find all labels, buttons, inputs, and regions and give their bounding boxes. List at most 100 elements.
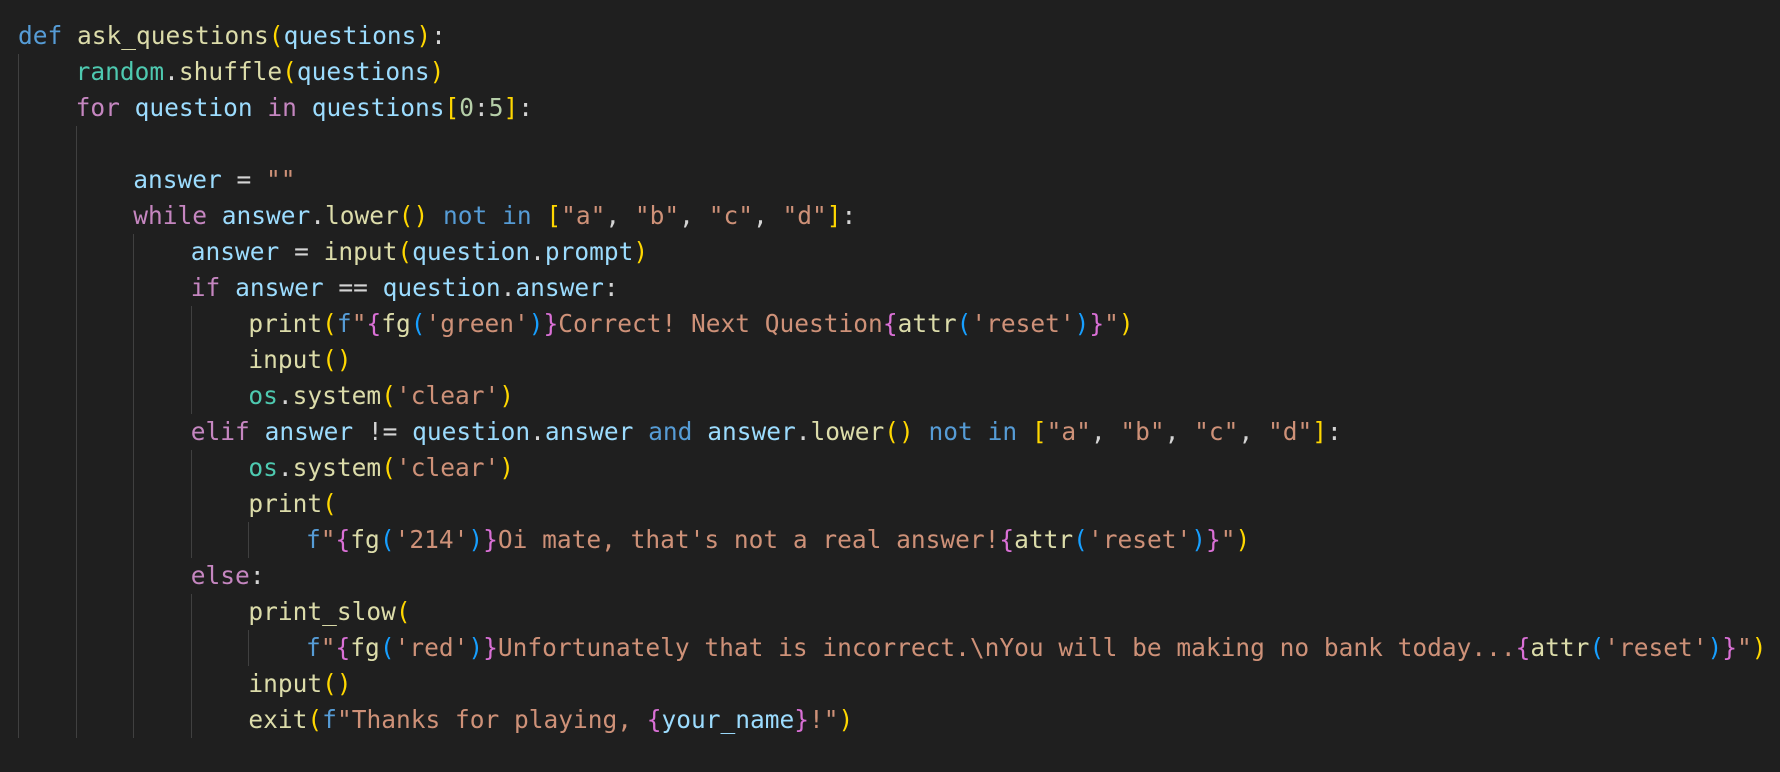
code-line[interactable]: os.system('clear') (18, 378, 1780, 414)
indent-guide (190, 666, 192, 702)
code-token: in (987, 417, 1018, 446)
code-token: { (1515, 633, 1531, 662)
indent-guide (133, 522, 135, 558)
code-token: "c" (708, 201, 753, 230)
code-token: " (1104, 309, 1119, 338)
code-line[interactable]: else: (18, 558, 1780, 594)
code-token: question (412, 237, 531, 266)
code-token: "b" (1120, 417, 1165, 446)
code-token: ) (499, 453, 514, 482)
code-token: fg (381, 309, 411, 338)
code-token: f (306, 525, 321, 554)
code-token: = (221, 165, 266, 194)
code-token: "" (265, 165, 296, 194)
code-line[interactable]: f"{fg('214')}Oi mate, that's not a real … (18, 522, 1780, 558)
code-token: and (648, 417, 693, 446)
code-token: not (928, 417, 973, 446)
code-token: os (248, 453, 278, 482)
code-line[interactable]: for question in questions[0:5]: (18, 90, 1780, 126)
code-token: ( (397, 237, 413, 266)
indent-guide (18, 234, 19, 270)
code-token: 'red' (394, 633, 469, 662)
indent-guide (75, 234, 77, 270)
code-line[interactable]: answer = input(question.prompt) (18, 234, 1780, 270)
indent-guide (190, 450, 192, 486)
code-token: = (279, 237, 324, 266)
code-token: : (249, 561, 265, 590)
code-token: "a" (1046, 417, 1091, 446)
code-token: . (164, 57, 179, 86)
code-text: os.system('clear') (248, 378, 514, 414)
code-token: "a" (561, 201, 606, 230)
code-token: ) (1707, 633, 1723, 662)
code-token: 'green' (425, 309, 529, 338)
indent-guide (75, 342, 77, 378)
code-token: ( (381, 381, 396, 410)
indent-guide (133, 666, 135, 702)
code-token: [ (1031, 417, 1047, 446)
code-line[interactable]: f"{fg('red')}Unfortunately that is incor… (18, 630, 1780, 666)
indent-guide (133, 270, 135, 306)
code-token: in (267, 93, 297, 122)
code-token: : (1326, 417, 1342, 446)
indent-guide (75, 522, 77, 558)
code-area[interactable]: def ask_questions(questions): random.shuf… (18, 18, 1780, 738)
code-token: '214' (394, 525, 469, 554)
code-token: " (320, 525, 336, 554)
code-line[interactable]: random.shuffle(questions) (18, 54, 1780, 90)
code-line[interactable]: print( (18, 486, 1780, 522)
code-token: answer (264, 417, 354, 446)
code-line[interactable]: while answer.lower() not in ["a", "b", "… (18, 198, 1780, 234)
indent-guide (248, 522, 250, 558)
indent-guide (190, 486, 192, 522)
code-token: attr (1530, 633, 1590, 662)
code-line[interactable]: exit(f"Thanks for playing, {your_name}!"… (18, 702, 1780, 738)
code-token: exit (248, 705, 308, 734)
code-token: fg (350, 525, 380, 554)
code-token: 'clear' (395, 453, 500, 482)
indent-guide (18, 630, 19, 666)
code-token: 5 (488, 93, 504, 122)
code-token: print (248, 489, 323, 518)
code-text: input() (248, 342, 351, 378)
code-text: exit(f"Thanks for playing, {your_name}!"… (248, 702, 853, 738)
code-line[interactable]: input() (18, 666, 1780, 702)
code-token: " (1220, 525, 1236, 554)
indent-guide (18, 414, 19, 450)
indent-guide (248, 630, 250, 666)
code-token: input (248, 345, 323, 374)
code-token: ( (282, 57, 297, 86)
code-token: ask_questions (77, 21, 269, 50)
code-line[interactable]: os.system('clear') (18, 450, 1780, 486)
code-editor[interactable]: def ask_questions(questions): random.shuf… (0, 0, 1780, 772)
indent-guide (133, 630, 135, 666)
indent-guide (75, 414, 77, 450)
code-line[interactable]: print_slow( (18, 594, 1780, 630)
code-line[interactable]: input() (18, 342, 1780, 378)
code-token: "d" (782, 201, 827, 230)
indent-guide (75, 486, 77, 522)
indent-guide (18, 270, 19, 306)
code-line[interactable]: def ask_questions(questions): (18, 18, 1780, 54)
code-token: : (518, 93, 534, 122)
code-token: "c" (1194, 417, 1239, 446)
code-line[interactable] (18, 126, 1780, 162)
code-text: f"{fg('red')}Unfortunately that is incor… (306, 630, 1767, 666)
code-token: question (134, 93, 253, 122)
code-line[interactable]: answer = "" (18, 162, 1780, 198)
code-token: , (1090, 417, 1121, 446)
indent-guide (75, 630, 77, 666)
code-line[interactable]: print(f"{fg('green')}Correct! Next Quest… (18, 306, 1780, 342)
code-token: () (322, 669, 352, 698)
code-line[interactable]: if answer == question.answer: (18, 270, 1780, 306)
code-token: [ (546, 201, 562, 230)
code-text: answer = "" (133, 162, 295, 198)
code-line[interactable]: elif answer != question.answer and answe… (18, 414, 1780, 450)
code-token: () (322, 345, 352, 374)
